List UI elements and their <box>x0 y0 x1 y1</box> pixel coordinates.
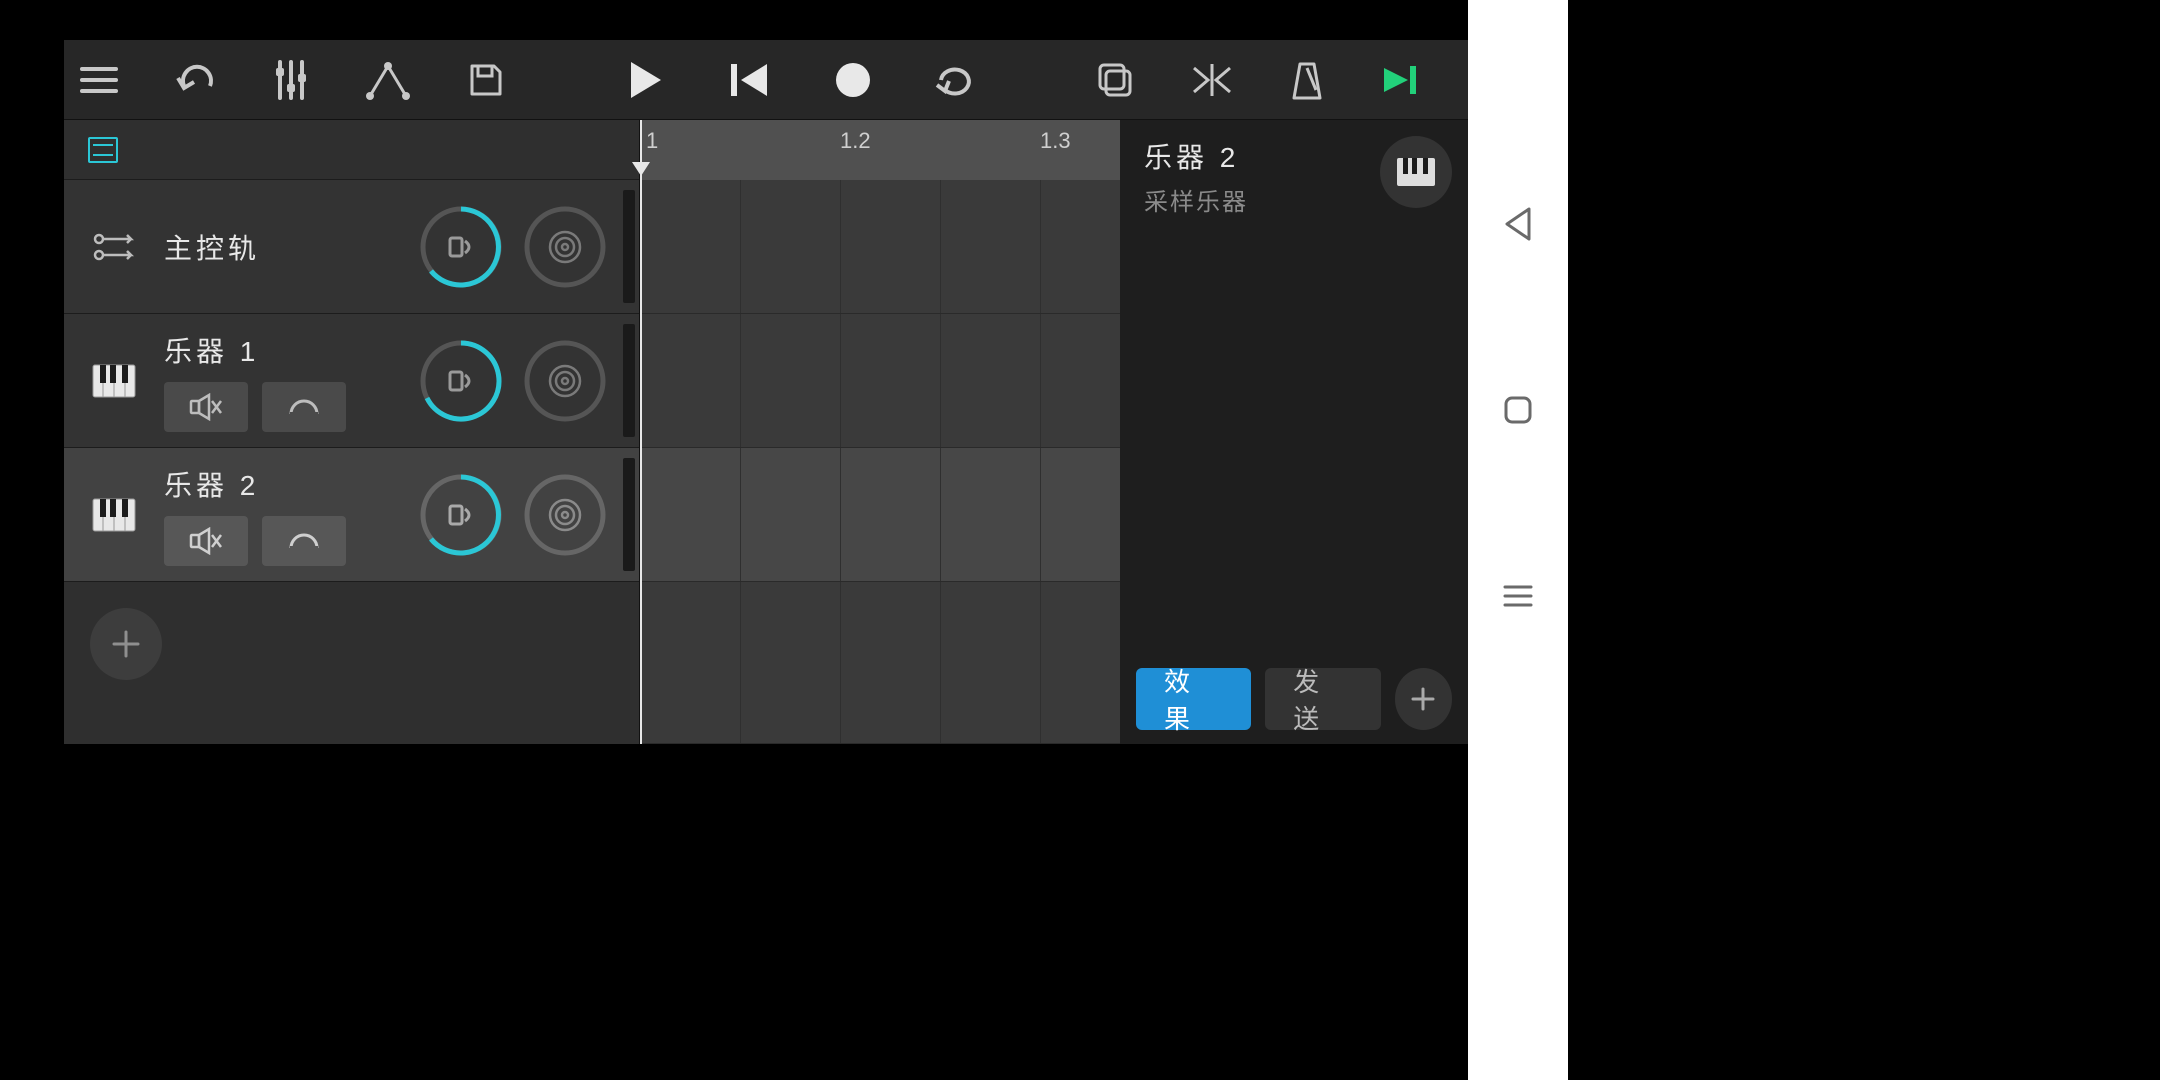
track-name: 乐器 1 <box>164 330 403 370</box>
vu-meter <box>623 458 635 571</box>
os-home-button[interactable] <box>1494 386 1542 434</box>
lane-master[interactable] <box>640 180 1120 314</box>
volume-knob[interactable] <box>418 338 504 424</box>
play-button[interactable] <box>622 57 668 103</box>
arrangement-area[interactable]: 1 1.2 1.3 <box>640 120 1120 744</box>
lane-inst2[interactable] <box>640 448 1120 582</box>
playhead[interactable] <box>640 120 642 744</box>
tracklist-header <box>64 120 639 180</box>
pan-knob[interactable] <box>522 338 608 424</box>
track-row-master[interactable]: 主控轨 <box>64 180 639 314</box>
playhead-handle-icon[interactable] <box>632 162 650 176</box>
instrument-editor-button[interactable] <box>1380 136 1452 208</box>
app-frame: 主控轨 <box>64 40 1468 744</box>
track-list: 主控轨 <box>64 120 640 744</box>
piano-icon <box>1396 157 1436 187</box>
tracklist-view-icon[interactable] <box>88 137 118 163</box>
track-row-inst1[interactable]: 乐器 1 <box>64 314 639 448</box>
track-knobs <box>403 314 623 447</box>
pan-knob[interactable] <box>522 472 608 558</box>
rewind-button[interactable] <box>726 57 772 103</box>
undo-button[interactable] <box>176 57 216 103</box>
vu-meter <box>623 324 635 437</box>
lane-empty[interactable] <box>640 582 1120 744</box>
volume-knob[interactable] <box>418 204 504 290</box>
metronome-button[interactable] <box>1290 57 1324 103</box>
goto-end-button[interactable] <box>1382 57 1426 103</box>
vu-meter <box>623 190 635 303</box>
mixer-button[interactable] <box>274 57 308 103</box>
transport-group <box>622 57 980 103</box>
record-button[interactable] <box>830 57 876 103</box>
track-row-inst2[interactable]: 乐器 2 <box>64 448 639 582</box>
content-row: 主控轨 <box>64 120 1468 744</box>
pan-knob[interactable] <box>522 204 608 290</box>
track-knobs <box>403 448 623 581</box>
add-effect-button[interactable] <box>1395 668 1452 730</box>
send-button[interactable]: 发送 <box>1265 668 1380 730</box>
os-nav-bar <box>1468 0 1568 1080</box>
solo-button[interactable] <box>262 382 346 432</box>
automation-button[interactable] <box>366 57 410 103</box>
piano-icon <box>92 498 136 532</box>
os-back-button[interactable] <box>1494 200 1542 248</box>
clipboard-button[interactable] <box>1096 57 1134 103</box>
ruler-mark: 1.3 <box>1040 128 1071 154</box>
effects-button[interactable]: 效果 <box>1136 668 1251 730</box>
add-track-button[interactable] <box>90 608 162 680</box>
routing-icon <box>91 227 137 267</box>
mute-button[interactable] <box>164 382 248 432</box>
timeline-ruler[interactable]: 1 1.2 1.3 <box>640 120 1120 180</box>
toolbar <box>64 40 1468 120</box>
track-name: 主控轨 <box>164 227 403 267</box>
menu-button[interactable] <box>80 57 118 103</box>
track-name: 乐器 2 <box>164 464 403 504</box>
inspector-panel: 乐器 2 采样乐器 效果 发送 <box>1120 120 1468 744</box>
volume-knob[interactable] <box>418 472 504 558</box>
os-recents-button[interactable] <box>1494 572 1542 620</box>
snap-button[interactable] <box>1192 57 1232 103</box>
inspector-subtitle: 采样乐器 <box>1144 182 1248 217</box>
lane-inst1[interactable] <box>640 314 1120 448</box>
piano-icon <box>92 364 136 398</box>
ruler-mark: 1.2 <box>840 128 871 154</box>
inspector-title: 乐器 2 <box>1144 136 1248 176</box>
save-button[interactable] <box>468 57 504 103</box>
solo-button[interactable] <box>262 516 346 566</box>
track-knobs <box>403 180 623 313</box>
loop-button[interactable] <box>934 57 980 103</box>
mute-button[interactable] <box>164 516 248 566</box>
ruler-mark: 1 <box>646 128 658 154</box>
